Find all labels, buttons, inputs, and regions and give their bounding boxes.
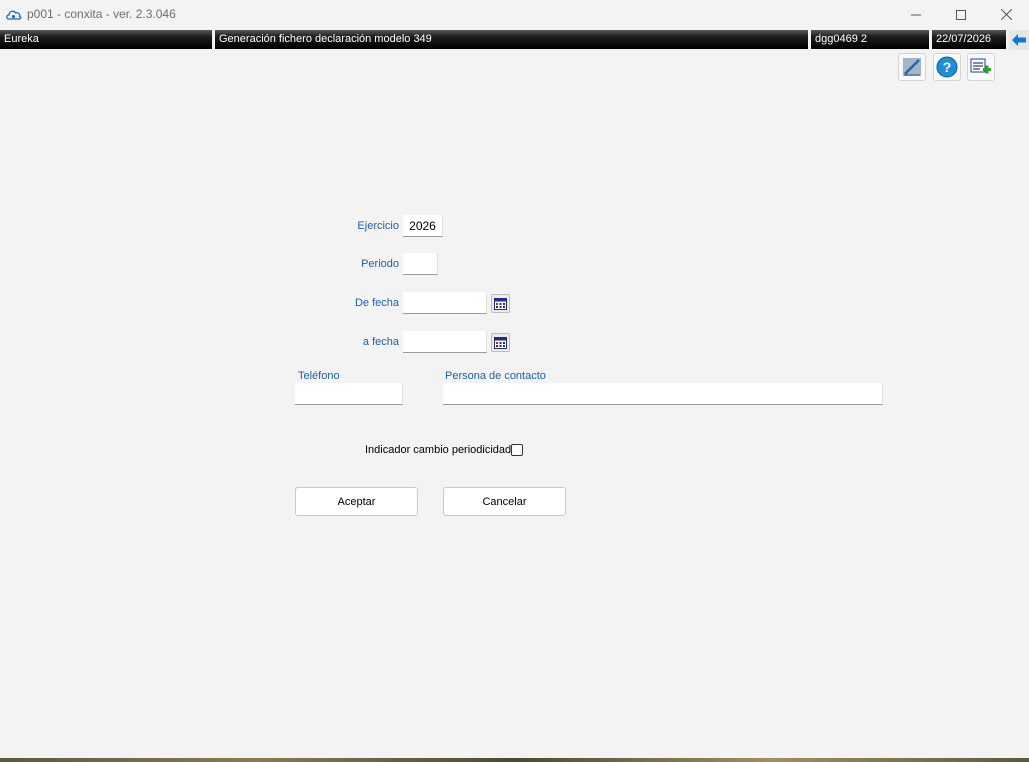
back-button[interactable] [1009,30,1029,50]
desktop-strip [0,758,1029,762]
telefono-input[interactable] [295,383,403,405]
indicador-checkbox[interactable] [511,444,523,456]
a-fecha-input[interactable] [403,331,487,353]
edit-button[interactable] [898,53,926,81]
window-title: p001 - conxita - ver. 2.3.046 [27,7,176,21]
help-icon: ? [936,56,958,78]
a-fecha-calendar-button[interactable] [491,333,510,352]
help-button[interactable]: ? [933,53,961,81]
add-record-button[interactable] [967,53,995,81]
de-fecha-input[interactable] [403,292,487,314]
de-fecha-label: De fecha [354,297,399,309]
accept-button[interactable]: Aceptar [295,487,418,516]
close-button[interactable] [983,0,1029,29]
telefono-label: Teléfono [298,370,340,382]
a-fecha-label: a fecha [362,336,399,348]
contacto-label: Persona de contacto [445,370,546,382]
status-app-name: Eureka [0,30,212,49]
calendar-icon [494,297,507,310]
indicador-label: Indicador cambio periodicidad [365,444,512,456]
status-process-name: Generación fichero declaración modelo 34… [215,30,808,49]
periodo-input[interactable] [403,253,438,275]
status-date: 22/07/2026 [932,30,1006,49]
periodo-label: Periodo [361,258,399,270]
contacto-input[interactable] [443,383,883,405]
minimize-icon [911,14,921,15]
cancel-button[interactable]: Cancelar [443,487,566,516]
cloud-eye-icon [5,8,22,21]
maximize-button[interactable] [938,0,984,29]
status-bar: Eureka Generación fichero declaración mo… [0,30,1029,50]
add-list-icon [970,58,991,74]
calendar-icon [494,336,507,349]
status-user: dgg0469 2 [811,30,929,49]
arrow-left-icon [1012,34,1026,46]
pen-icon [903,58,921,76]
de-fecha-calendar-button[interactable] [491,294,510,313]
close-icon [1000,9,1012,20]
maximize-icon [956,9,966,20]
ejercicio-label: Ejercicio [357,220,399,232]
title-bar: p001 - conxita - ver. 2.3.046 [0,0,1029,29]
svg-text:?: ? [943,59,952,75]
ejercicio-input[interactable] [403,215,443,237]
minimize-button[interactable] [893,0,939,29]
